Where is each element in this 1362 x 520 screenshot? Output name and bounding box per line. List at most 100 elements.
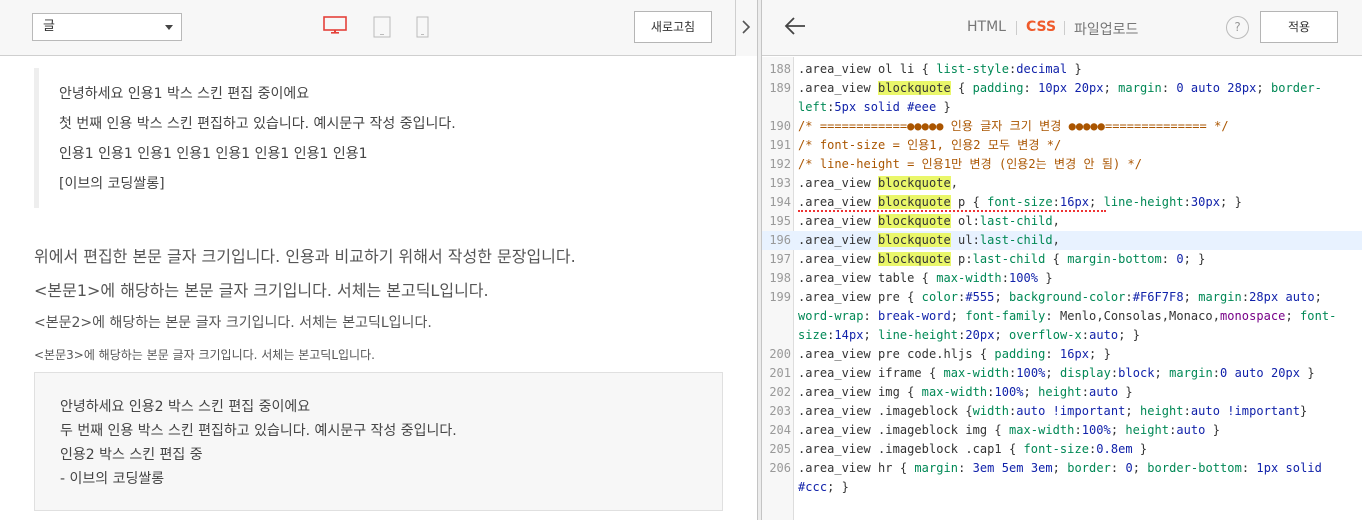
code-token: : [1023,81,1039,95]
code-token: : [1161,252,1177,266]
code-line[interactable]: 192 /* line-height = 인용1만 변경 (인용2는 변경 안 됨… [762,155,1362,174]
code-token: margin [914,461,959,475]
code-text: .area_view .imageblock {width:auto !impo… [798,402,1307,421]
code-token: : [1161,81,1177,95]
code-token: auto !important [1016,404,1126,418]
quote1-line: [이브의 코딩쌀롱] [59,176,165,192]
code-line[interactable]: word-wrap: break-word; font-family: Menl… [762,307,1362,326]
search-highlight: blockquote [878,214,951,228]
code-token: ul: [950,233,980,247]
code-token: 10px 20px [1038,81,1104,95]
code-line[interactable]: 197 .area_view blockquote p:last-child { … [762,250,1362,269]
tab-html[interactable]: HTML [967,19,1006,35]
code-token: .area_view pre { [798,290,922,304]
search-highlight: blockquote [878,233,951,247]
code-token: .area_view [798,81,879,95]
line-number: 197 [769,252,791,266]
code-token: 16px [1059,347,1090,361]
css-code-editor[interactable]: 188 .area_view ol li { list-style:decimal… [762,57,1362,520]
code-line[interactable]: 196 .area_view blockquote ul:last-child, [762,231,1362,250]
code-text: .area_view blockquote ol:last-child, [798,212,1060,231]
code-token: 5px solid #eee [834,100,937,114]
code-line[interactable]: 199 .area_view pre { color: #555; backgrou… [762,288,1362,307]
code-token: : [1081,328,1090,342]
code-line[interactable]: 201 .area_view iframe { max-width: 100%; d… [762,364,1362,383]
code-line[interactable]: 194 .area_view blockquote p { font-size:1… [762,193,1362,212]
code-line[interactable]: 200 .area_view pre code.hljs { padding: 1… [762,345,1362,364]
line-number: 196 [769,233,791,247]
code-token: .area_view [798,176,879,190]
code-token: 30px [1190,195,1221,209]
apply-button[interactable]: 적용 [1260,11,1338,43]
code-token: 0 auto 28px [1176,81,1257,95]
code-line[interactable]: 204 .area_view .imageblock img { max-widt… [762,421,1362,440]
back-arrow-icon[interactable] [784,16,806,40]
code-token: .area_view pre code.hljs { [798,347,995,361]
quote2-line: 두 번째 인용 박스 스킨 편집하고 있습니다. 예시문구 작성 중입니다. [60,423,457,439]
code-token: 0 auto 20px [1220,366,1301,380]
code-token: : [1045,347,1060,361]
code-token: 0 [1176,252,1184,266]
code-token: } [1205,423,1221,437]
code-text: .area_view blockquote ul:last-child, [798,231,1060,250]
code-line[interactable]: size:14px; line-height:20px; overflow-x:… [762,326,1362,345]
code-token: overflow-x [1009,328,1082,342]
code-token: ; [1089,195,1104,209]
code-token: border-bottom [1147,461,1242,475]
code-token: .area_view .imageblock .cap1 { [798,442,1024,456]
editor-window: 글 새로고침 안녕하세요 인용1 박스 스킨 편집 중이에요 첫 번째 인용 박… [0,0,1362,520]
desktop-view-icon[interactable] [323,16,347,34]
code-line[interactable]: 207 [762,516,1362,520]
code-token: 28px auto [1249,290,1315,304]
code-token: last-child [972,252,1046,266]
code-line[interactable]: 191 /* font-size = 인용1, 인용2 모두 변경 */ [762,136,1362,155]
collapse-preview-button[interactable] [735,0,757,56]
code-line[interactable]: 203 .area_view .imageblock {width:auto !i… [762,402,1362,421]
code-line[interactable]: 190 /* ============●●●●● 인용 글자 크기 변경 ●●●●… [762,117,1362,136]
code-line[interactable]: #ccc; } [762,478,1362,497]
code-token: left [798,100,828,114]
code-token: } [1132,442,1148,456]
code-token: ; } [1183,252,1206,266]
code-line[interactable]: 205 .area_view .imageblock .cap1 { font-s… [762,440,1362,459]
code-line[interactable]: 202 .area_view img { max-width: 100%; heig… [762,383,1362,402]
code-token: ; [1110,423,1126,437]
page-type-select[interactable]: 글 [32,13,182,41]
help-icon[interactable]: ? [1226,16,1249,39]
code-text: size:14px; line-height:20px; overflow-x:… [798,326,1140,345]
tab-css[interactable]: CSS [1026,19,1056,35]
code-token: : [1074,423,1082,437]
code-line[interactable]: 195 .area_view blockquote ol:last-child, [762,212,1362,231]
code-text: /* ============●●●●● 인용 글자 크기 변경 ●●●●●==… [798,117,1229,136]
code-token: , [950,176,959,190]
code-line[interactable]: 193 .area_view blockquote, [762,174,1362,193]
code-token: #555 [965,290,995,304]
refresh-button[interactable]: 새로고침 [634,11,712,43]
code-token: last-child [979,214,1053,228]
code-line[interactable]: 198 .area_view table { max-width:100% } [762,269,1362,288]
code-token: decimal [1016,62,1068,76]
line-number: 192 [769,157,791,171]
code-token: ; [1132,461,1148,475]
code-token: : [958,461,973,475]
tab-file-upload[interactable]: 파일업로드 [1074,19,1138,39]
code-line[interactable] [762,497,1362,516]
code-token: .area_view .imageblock { [798,404,973,418]
code-token: max-width [1008,423,1075,437]
code-line[interactable]: 188 .area_view ol li { list-style:decimal… [762,60,1362,79]
code-token: : [1183,404,1191,418]
search-highlight: blockquote [878,176,951,190]
code-token: 0.8em [1096,442,1133,456]
quote2-line: 인용2 박스 스킨 편집 중 [60,447,203,463]
tablet-view-icon[interactable] [373,16,391,38]
code-token: monospace [1219,309,1286,323]
line-number: 199 [769,290,791,304]
code-token: } [936,100,951,114]
mobile-view-icon[interactable] [416,16,429,38]
code-line[interactable]: left:5px solid #eee } [762,98,1362,117]
code-token: .area_view .imageblock img { [798,423,1009,437]
code-text: /* font-size = 인용1, 인용2 모두 변경 */ [798,136,1061,155]
code-line[interactable]: 206 .area_view hr { margin: 3em 5em 3em; … [762,459,1362,478]
code-token: } [1118,385,1133,399]
code-line[interactable]: 189 .area_view blockquote { padding: 10px… [762,79,1362,98]
